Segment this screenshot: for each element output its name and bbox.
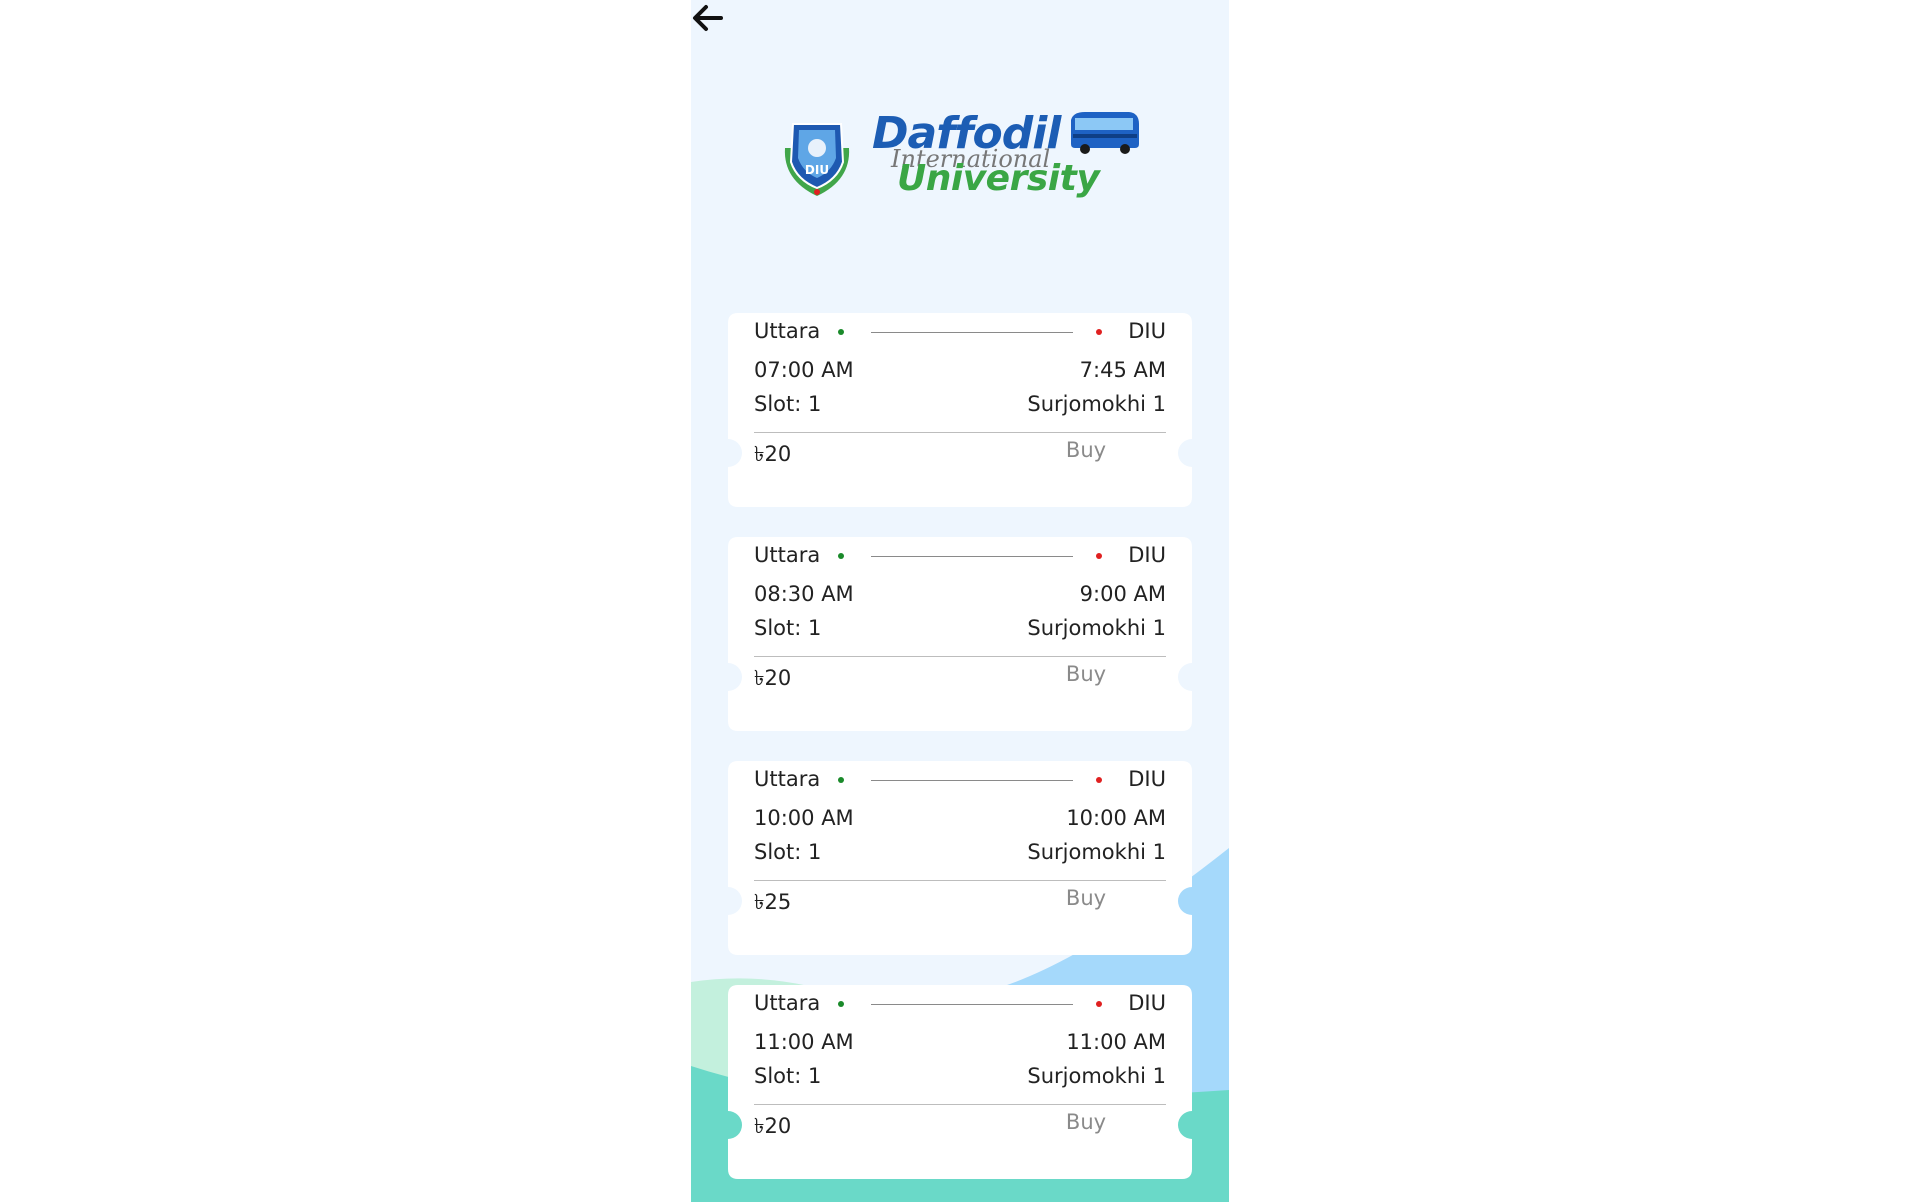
price-label: ৳20: [754, 1114, 792, 1138]
slot-label: Slot: 1: [754, 616, 822, 640]
logo-university-text: University: [897, 158, 1100, 199]
arrival-time: 7:45 AM: [1079, 358, 1166, 382]
seal-text: DIU: [805, 163, 829, 177]
arrival-time: 11:00 AM: [1066, 1030, 1166, 1054]
ticket-card: Uttara DIU 08:30 AM 9:00 AM Slot: 1 Surj…: [728, 537, 1192, 731]
origin-dot: [838, 329, 844, 335]
route-line: [871, 1004, 1073, 1005]
ticket-divider: [754, 656, 1166, 657]
origin-label: Uttara: [754, 767, 821, 791]
destination-dot: [1096, 329, 1102, 335]
arrival-time: 10:00 AM: [1066, 806, 1166, 830]
price-label: ৳20: [754, 442, 792, 466]
buy-button[interactable]: Buy: [1061, 438, 1111, 462]
origin-dot: [838, 777, 844, 783]
origin-label: Uttara: [754, 543, 821, 567]
destination-label: DIU: [1128, 319, 1166, 343]
slot-label: Slot: 1: [754, 840, 822, 864]
ticket-divider: [754, 1104, 1166, 1105]
back-button[interactable]: [691, 0, 727, 36]
origin-label: Uttara: [754, 991, 821, 1015]
university-logo: DIU Daffodil International University: [779, 108, 1139, 204]
price-label: ৳20: [754, 666, 792, 690]
destination-label: DIU: [1128, 543, 1166, 567]
route-line: [871, 780, 1073, 781]
destination-label: DIU: [1128, 767, 1166, 791]
buy-button[interactable]: Buy: [1061, 886, 1111, 910]
price-label: ৳25: [754, 890, 792, 914]
university-seal-icon: DIU: [784, 123, 850, 196]
bus-icon: [1071, 112, 1139, 154]
ticket-card: Uttara DIU 11:00 AM 11:00 AM Slot: 1 Sur…: [728, 985, 1192, 1179]
departure-time: 10:00 AM: [754, 806, 854, 830]
buy-button[interactable]: Buy: [1061, 662, 1111, 686]
destination-dot: [1096, 777, 1102, 783]
ticket-card: Uttara DIU 07:00 AM 7:45 AM Slot: 1 Surj…: [728, 313, 1192, 507]
bus-name: Surjomokhi 1: [1027, 616, 1166, 640]
arrow-left-icon: [693, 5, 723, 31]
bus-name: Surjomokhi 1: [1027, 392, 1166, 416]
origin-dot: [838, 553, 844, 559]
route-line: [871, 556, 1073, 557]
departure-time: 07:00 AM: [754, 358, 854, 382]
departure-time: 11:00 AM: [754, 1030, 854, 1054]
bus-name: Surjomokhi 1: [1027, 1064, 1166, 1088]
buy-button[interactable]: Buy: [1061, 1110, 1111, 1134]
departure-time: 08:30 AM: [754, 582, 854, 606]
destination-label: DIU: [1128, 991, 1166, 1015]
ticket-divider: [754, 880, 1166, 881]
ticket-card: Uttara DIU 10:00 AM 10:00 AM Slot: 1 Sur…: [728, 761, 1192, 955]
destination-dot: [1096, 553, 1102, 559]
origin-label: Uttara: [754, 319, 821, 343]
arrival-time: 9:00 AM: [1079, 582, 1166, 606]
slot-label: Slot: 1: [754, 1064, 822, 1088]
slot-label: Slot: 1: [754, 392, 822, 416]
destination-dot: [1096, 1001, 1102, 1007]
app-screen: DIU Daffodil International University Ut…: [691, 0, 1229, 1202]
origin-dot: [838, 1001, 844, 1007]
ticket-divider: [754, 432, 1166, 433]
bus-name: Surjomokhi 1: [1027, 840, 1166, 864]
route-line: [871, 332, 1073, 333]
